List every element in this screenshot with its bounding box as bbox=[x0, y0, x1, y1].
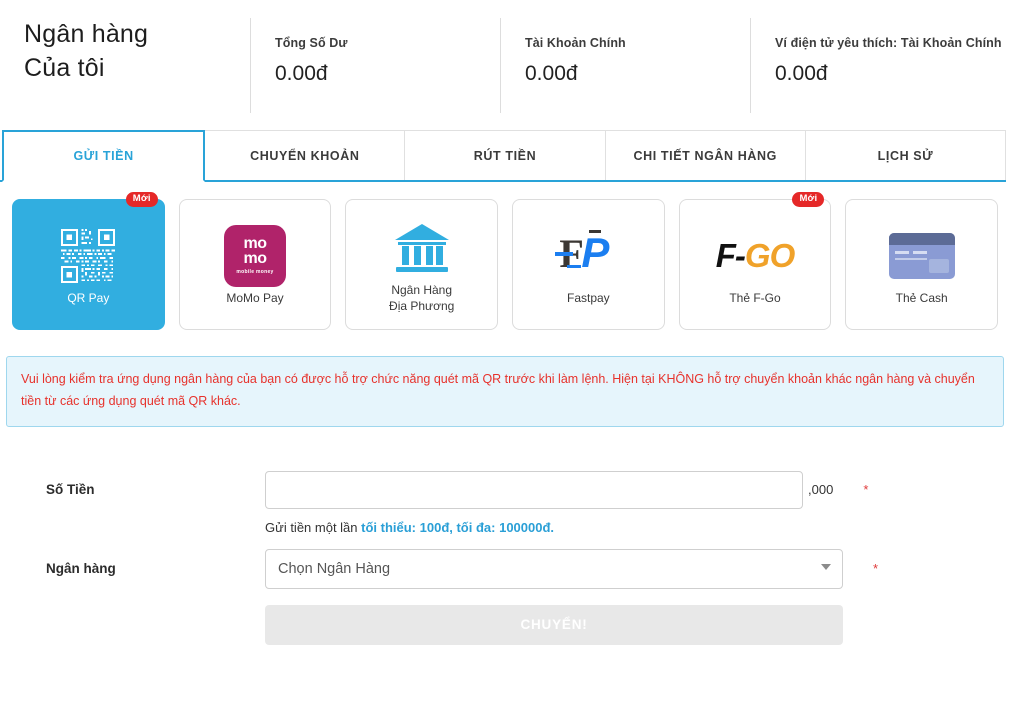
submit-button[interactable]: CHUYỂN! bbox=[265, 604, 843, 645]
method-card-momo-pay[interactable]: mo mo mobile money MoMo Pay bbox=[178, 199, 332, 330]
fastpay-logo-icon: F P bbox=[555, 223, 621, 289]
tab-deposit-label: GỬI TIỀN bbox=[73, 149, 134, 163]
method-card-local-bank-label-line2: Địa Phương bbox=[389, 298, 455, 313]
tab-bar: GỬI TIỀN CHUYỂN KHOẢN RÚT TIỀN CHI TIẾT … bbox=[0, 130, 1007, 182]
method-card-qr-pay[interactable]: Mới QR Pay bbox=[12, 192, 165, 330]
tab-transfer-label: CHUYỂN KHOẢN bbox=[250, 148, 360, 163]
fgo-logo-icon: F-GO bbox=[715, 236, 796, 274]
method-card-fastpay-label: Fastpay bbox=[567, 290, 610, 305]
new-badge: Mới bbox=[792, 192, 825, 207]
tab-withdraw[interactable]: RÚT TIỀN bbox=[404, 130, 606, 180]
qr-code-icon bbox=[61, 223, 116, 289]
amount-label: Số Tiền bbox=[46, 482, 95, 498]
method-card-fastpay[interactable]: F P Fastpay bbox=[512, 199, 665, 330]
amount-hint-emphasis: tối thiểu: 100đ, tối đa: 100000đ. bbox=[361, 519, 555, 535]
stat-main-account-value: 0.00đ bbox=[525, 62, 578, 85]
page-title-line1: Ngân hàng bbox=[24, 20, 149, 48]
stat-main-account: Tài Khoản Chính 0.00đ bbox=[500, 18, 750, 113]
method-card-cash[interactable]: Thẻ Cash bbox=[845, 199, 999, 330]
amount-required-mark: * bbox=[863, 482, 869, 498]
method-card-local-bank[interactable]: Ngân Hàng Địa Phương bbox=[345, 199, 499, 330]
bank-row: Ngân hàng Chọn Ngân Hàng * bbox=[0, 548, 1010, 589]
chevron-down-icon[interactable] bbox=[821, 563, 831, 570]
method-card-f-go-label: Thẻ F-Go bbox=[729, 290, 781, 305]
bank-required-mark: * bbox=[873, 561, 879, 577]
bank-select-value: Chọn Ngân Hàng bbox=[278, 560, 391, 577]
stat-total-balance-value: 0.00đ bbox=[275, 62, 328, 85]
new-badge: Mới bbox=[125, 192, 158, 207]
stat-total-balance: Tổng Số Dư 0.00đ bbox=[250, 18, 500, 113]
tab-history[interactable]: LỊCH SỬ bbox=[804, 130, 1007, 180]
credit-card-icon bbox=[888, 223, 955, 289]
method-card-local-bank-label-line1: Ngân Hàng bbox=[391, 282, 453, 297]
amount-input[interactable] bbox=[265, 470, 803, 509]
tab-bank-details-label: CHI TIẾT NGÂN HÀNG bbox=[633, 148, 777, 163]
bank-building-icon bbox=[393, 215, 451, 281]
tab-transfer[interactable]: CHUYỂN KHOẢN bbox=[204, 130, 406, 180]
method-card-qr-pay-label: QR Pay bbox=[67, 290, 110, 305]
page-title-line2: Của tôi bbox=[24, 53, 105, 82]
amount-hint-prefix: Gửi tiền một lần bbox=[265, 519, 362, 535]
stat-favorite-wallet-label: Ví điện tử yêu thích: Tài Khoản Chính bbox=[775, 36, 1002, 50]
stat-total-balance-label: Tổng Số Dư bbox=[275, 36, 348, 50]
method-card-local-bank-label: Ngân Hàng Địa Phương bbox=[389, 283, 454, 314]
page-root: Ngân hàng Của tôi Tổng Số Dư 0.00đ Tài K… bbox=[0, 0, 1010, 711]
bank-label: Ngân hàng bbox=[46, 561, 116, 577]
tab-deposit[interactable]: GỬI TIỀN bbox=[2, 130, 206, 182]
method-card-momo-pay-label: MoMo Pay bbox=[226, 290, 284, 305]
method-card-cash-label: Thẻ Cash bbox=[895, 290, 948, 305]
bank-select[interactable]: Chọn Ngân Hàng bbox=[265, 548, 843, 589]
stat-favorite-wallet: Ví điện tử yêu thích: Tài Khoản Chính 0.… bbox=[750, 18, 1002, 113]
amount-suffix: ,000 bbox=[808, 482, 834, 498]
stat-main-account-label: Tài Khoản Chính bbox=[525, 36, 626, 50]
bank-select-wrapper: Chọn Ngân Hàng bbox=[265, 548, 843, 589]
deposit-form: Số Tiền ,000 * Gửi tiền một lần tối thiể… bbox=[0, 427, 1010, 645]
amount-hint: Gửi tiền một lần tối thiểu: 100đ, tối đa… bbox=[265, 520, 1010, 535]
page-header: Ngân hàng Của tôi Tổng Số Dư 0.00đ Tài K… bbox=[0, 0, 1010, 130]
tab-bank-details[interactable]: CHI TIẾT NGÂN HÀNG bbox=[604, 130, 806, 180]
payment-method-list: Mới QR Pay mo mo mobile money MoMo Pay N… bbox=[0, 182, 1010, 330]
notice-text: Vui lòng kiểm tra ứng dụng ngân hàng của… bbox=[21, 372, 975, 408]
stat-favorite-wallet-value: 0.00đ bbox=[775, 62, 828, 85]
page-title: Ngân hàng Của tôi bbox=[0, 18, 250, 86]
notice-banner: Vui lòng kiểm tra ứng dụng ngân hàng của… bbox=[6, 356, 1004, 427]
method-card-f-go[interactable]: Mới F-GO Thẻ F-Go bbox=[678, 192, 832, 330]
momo-logo-icon: mo mo mobile money bbox=[224, 223, 286, 289]
amount-row: Số Tiền ,000 * bbox=[0, 470, 1010, 509]
tab-withdraw-label: RÚT TIỀN bbox=[473, 148, 537, 163]
tab-history-label: LỊCH SỬ bbox=[877, 148, 934, 163]
